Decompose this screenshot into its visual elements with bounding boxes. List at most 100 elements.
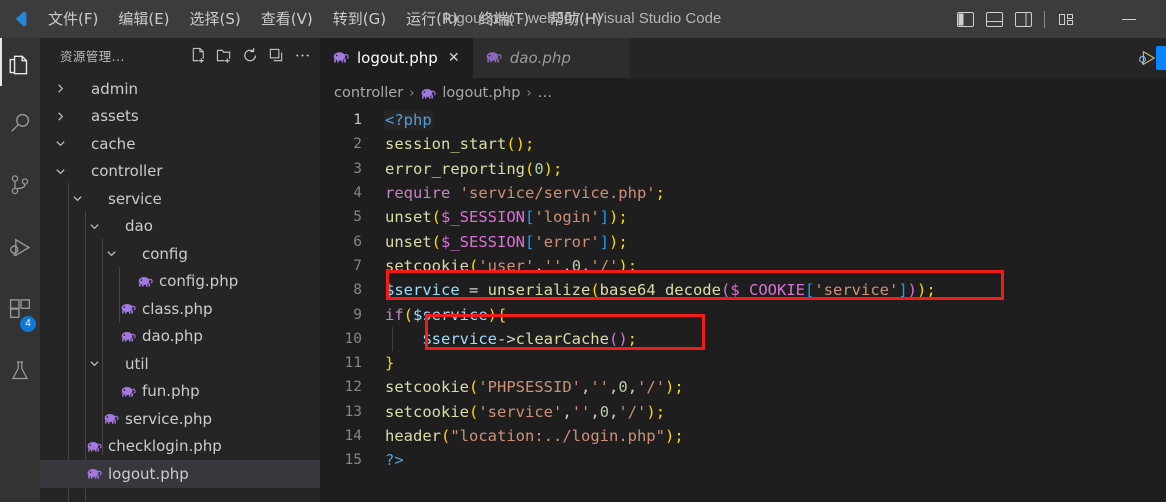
activity-explorer[interactable] (0, 38, 40, 92)
minimize-button[interactable] (1106, 0, 1152, 38)
code-line[interactable]: 4 require 'service/service.php'; (320, 181, 1166, 205)
folder-icon (102, 218, 120, 234)
code-token: [ (804, 281, 815, 300)
tree-item-util-folder[interactable]: util (40, 350, 320, 378)
code-line[interactable]: 8 $service = unserialize(base64_decode($_… (320, 278, 1166, 302)
breadcrumb-item-controller[interactable]: controller (334, 85, 403, 101)
code-editor[interactable]: 1 <?php 2 session_start(); 3 error_reporting(… (320, 108, 1166, 502)
code-token: ) (917, 281, 927, 300)
code-line[interactable]: 15 ?> (320, 448, 1166, 472)
code-line[interactable]: 5 unset($_SESSION['login']); (320, 205, 1166, 229)
php-elephant-icon (485, 49, 503, 67)
code-line[interactable]: 14 header("location:../login.php"); (320, 424, 1166, 448)
tree-item-controller[interactable]: controller (40, 158, 320, 186)
code-token: ; (618, 208, 628, 227)
code-token: if (385, 305, 404, 324)
code-line[interactable]: 9 if($service){ (320, 302, 1166, 326)
chevron-placeholder (69, 466, 85, 482)
new-file-button[interactable] (188, 46, 208, 66)
line-number: 10 (344, 330, 362, 347)
tree-item-class-php[interactable]: class.php (40, 295, 320, 323)
refresh-icon (243, 48, 256, 62)
code-line[interactable]: 6 unset($_SESSION['error']); (320, 229, 1166, 253)
tree-item-fun-php[interactable]: fun.php (40, 378, 320, 406)
tree-item-service-folder[interactable]: service (40, 185, 320, 213)
chevron-placeholder (103, 328, 119, 344)
menu-selection[interactable]: 选择(S) (180, 0, 251, 38)
code-token: $service (385, 281, 460, 300)
code-token: setcookie (385, 402, 469, 421)
tree-item-logout-php[interactable]: logout.php (40, 460, 320, 488)
code-line[interactable]: 7 setcookie('user','',0,'/'); (320, 254, 1166, 278)
customize-layout-icon[interactable] (1056, 9, 1076, 29)
code-line[interactable]: 11} (320, 351, 1166, 375)
tab-logout-php[interactable]: logout.php ✕ (320, 38, 473, 78)
tree-item-checklogin-php[interactable]: checklogin.php (40, 433, 320, 461)
code-token: , (609, 402, 619, 421)
activity-run-debug[interactable] (0, 216, 40, 278)
chevron-placeholder (103, 301, 119, 317)
menu-edit[interactable]: 编辑(E) (108, 0, 179, 38)
menu-run[interactable]: 运行(R) (396, 0, 468, 38)
breadcrumb-item-logout-php[interactable]: logout.php (442, 85, 520, 101)
code-token: ; (674, 427, 684, 445)
php-elephant-icon (119, 383, 137, 399)
tree-item-config-php[interactable]: config.php (40, 268, 320, 296)
menu-help[interactable]: 帮助(H) (539, 0, 612, 38)
tree-item-assets[interactable]: assets (40, 103, 320, 131)
menu-go[interactable]: 转到(G) (323, 0, 396, 38)
code-token: ) (618, 329, 628, 348)
tab-bar-empty-space (629, 38, 1134, 78)
menu-file[interactable]: 文件(F) (38, 0, 108, 38)
code-token: , (562, 402, 572, 421)
close-icon[interactable]: ✕ (445, 49, 463, 67)
explorer-more-actions-button[interactable] (292, 46, 312, 66)
line-number: 5 (353, 209, 362, 226)
tree-item-label: util (125, 354, 149, 373)
folder-icon (68, 81, 86, 97)
editor-edge-indicator[interactable] (1156, 46, 1166, 70)
source-control-branch-icon (11, 175, 29, 195)
activity-extensions[interactable]: 4 (0, 278, 40, 340)
code-line[interactable]: 3 error_reporting(0); (320, 157, 1166, 181)
new-folder-button[interactable] (214, 46, 234, 66)
code-token: ; (525, 135, 535, 154)
tree-item-dao-folder[interactable]: dao (40, 213, 320, 241)
code-token: require (385, 184, 451, 203)
code-text: if($service){ (384, 306, 507, 324)
refresh-explorer-button[interactable] (240, 46, 260, 66)
toggle-primary-sidebar-icon[interactable] (955, 9, 975, 29)
code-token: ; (674, 378, 684, 397)
tree-item-label: class.php (142, 299, 213, 318)
breadcrumb-item-more[interactable]: … (538, 85, 553, 101)
code-line[interactable]: 12 setcookie('PHPSESSID','',0,'/'); (320, 375, 1166, 399)
editor-area: logout.php ✕ dao.php controller › logout… (320, 38, 1166, 502)
tree-item-service-php[interactable]: service.php (40, 405, 320, 433)
menu-terminal[interactable]: 终端(T) (468, 0, 539, 38)
tree-item-admin[interactable]: admin (40, 75, 320, 103)
menu-view[interactable]: 查看(V) (251, 0, 323, 38)
toggle-panel-icon[interactable] (984, 9, 1004, 29)
code-line[interactable]: 1 <?php (320, 108, 1166, 132)
collapse-folders-button[interactable] (266, 46, 286, 66)
code-text: setcookie('service','',0,'/'); (384, 403, 666, 421)
chevron-down-icon (103, 246, 119, 262)
activity-bar: 4 (0, 38, 40, 502)
tree-item-cache[interactable]: cache (40, 130, 320, 158)
activity-search[interactable] (0, 92, 40, 154)
code-token: $_COOKIE (730, 281, 805, 300)
explorer-files-icon (9, 55, 28, 75)
tab-dao-php[interactable]: dao.php (472, 38, 630, 78)
tree-item-label: fun.php (142, 382, 200, 401)
activity-testing[interactable] (0, 340, 40, 402)
vscode-window: 文件(F) 编辑(E) 选择(S) 查看(V) 转到(G) 运行(R) 终端(T… (0, 0, 1166, 502)
toggle-secondary-sidebar-icon[interactable] (1013, 9, 1033, 29)
code-line[interactable]: 13 setcookie('service','',0,'/'); (320, 400, 1166, 424)
code-token: 'PHPSESSID' (478, 378, 581, 397)
code-line[interactable]: 2 session_start(); (320, 132, 1166, 156)
tree-item-dao-php[interactable]: dao.php (40, 323, 320, 351)
vscode-logo-icon (0, 0, 38, 38)
code-line[interactable]: 10 $service->clearCache(); (320, 327, 1166, 351)
tree-item-config-folder[interactable]: config (40, 240, 320, 268)
activity-source-control[interactable] (0, 154, 40, 216)
